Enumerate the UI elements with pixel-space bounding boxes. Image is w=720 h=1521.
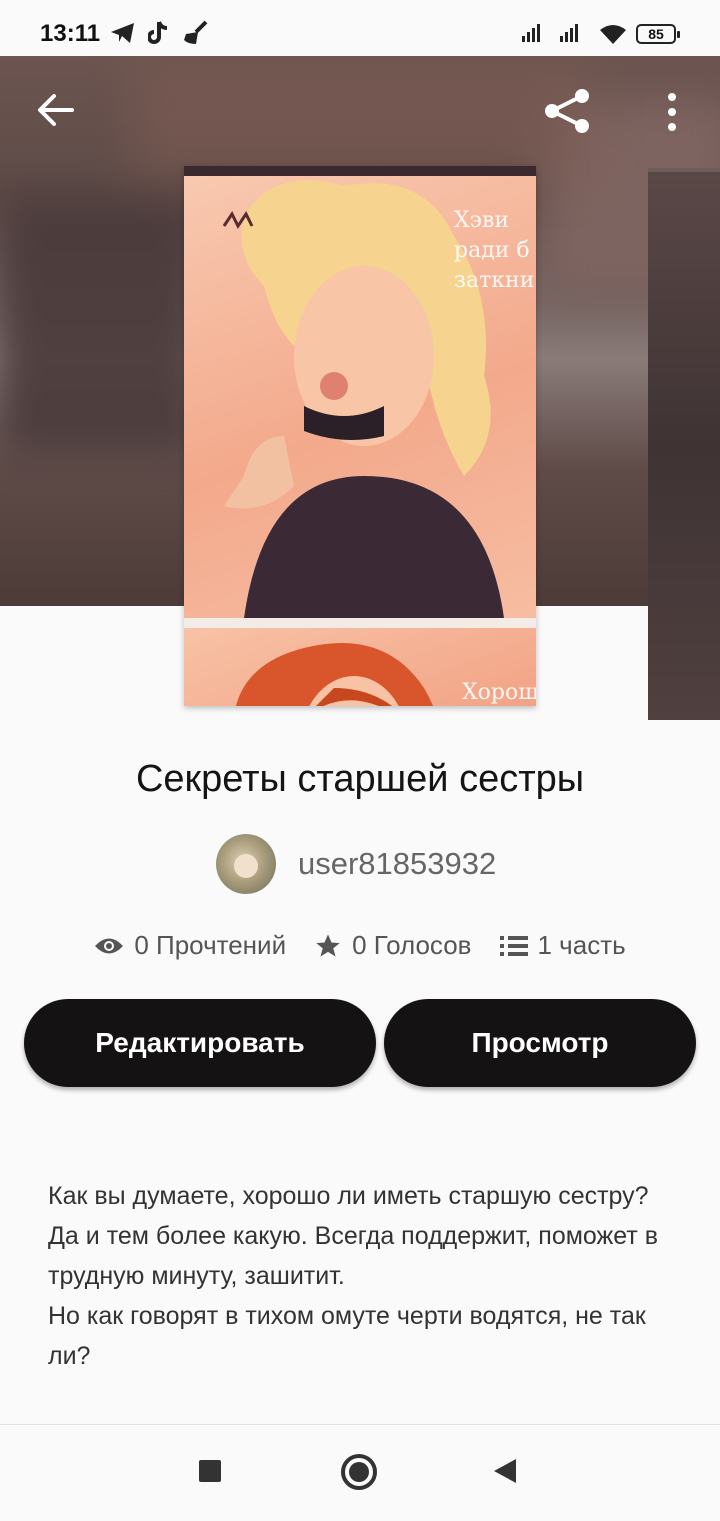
next-cover-image[interactable] — [648, 168, 720, 720]
reads-count: 0 Прочтений — [134, 930, 287, 960]
status-time: 13:11 — [40, 20, 101, 47]
parts-count: 1 часть — [537, 930, 626, 960]
status-bar: 13:11 85 — [0, 0, 720, 56]
square-nav-icon[interactable] — [198, 1459, 222, 1483]
back-arrow-icon[interactable] — [36, 92, 76, 128]
description-line: Да и тем более какую. Всегда поддержит, … — [48, 1222, 659, 1290]
votes-stat: 0 Голосов — [314, 930, 472, 961]
tiktok-icon — [148, 21, 168, 44]
telegram-icon — [111, 23, 134, 43]
back-triangle-icon[interactable] — [492, 1457, 518, 1485]
description-line: Но как говорят в тихом омуте черти водят… — [48, 1302, 646, 1370]
votes-count: 0 Голосов — [352, 930, 472, 960]
author-name[interactable]: user81853932 — [298, 846, 496, 882]
eye-icon — [95, 938, 124, 953]
more-vert-icon[interactable] — [664, 92, 680, 132]
star-icon — [316, 933, 340, 956]
system-nav-bar — [0, 1424, 720, 1521]
home-circle-icon[interactable] — [340, 1453, 378, 1491]
cover-speech-text: Хорош прост — [462, 680, 536, 705]
cover-panel-bottom: Хорош прост — [184, 628, 536, 706]
list-icon — [499, 935, 528, 956]
battery-level: 85 — [648, 26, 664, 42]
parts-stat: 1 часть — [499, 930, 626, 961]
book-cover-image: Хэви ради б заткни Хорош прост — [184, 166, 536, 706]
signal-icon — [560, 24, 578, 42]
author-row[interactable]: user81853932 — [216, 834, 496, 894]
story-stats: 0 Прочтений 0 Голосов 1 часть — [0, 930, 720, 961]
reads-stat: 0 Прочтений — [94, 930, 286, 961]
view-button[interactable]: Просмотр — [384, 999, 696, 1087]
edit-button[interactable]: Редактировать — [24, 999, 376, 1087]
avatar[interactable] — [216, 834, 276, 894]
cover-panel-top: Хэви ради б заткни — [184, 176, 536, 618]
signal-icon — [522, 24, 540, 42]
broom-icon — [184, 20, 208, 44]
cover-speech-text: Хэви ради б заткни — [454, 208, 535, 293]
description-line: Как вы думаете, хорошо ли иметь старшую … — [48, 1182, 649, 1210]
share-icon[interactable] — [542, 86, 592, 136]
wifi-icon — [600, 25, 626, 44]
story-description: Как вы думаете, хорошо ли иметь старшую … — [48, 1176, 678, 1376]
book-title: Секреты старшей сестры — [135, 758, 585, 800]
battery-icon: 85 — [636, 24, 680, 44]
